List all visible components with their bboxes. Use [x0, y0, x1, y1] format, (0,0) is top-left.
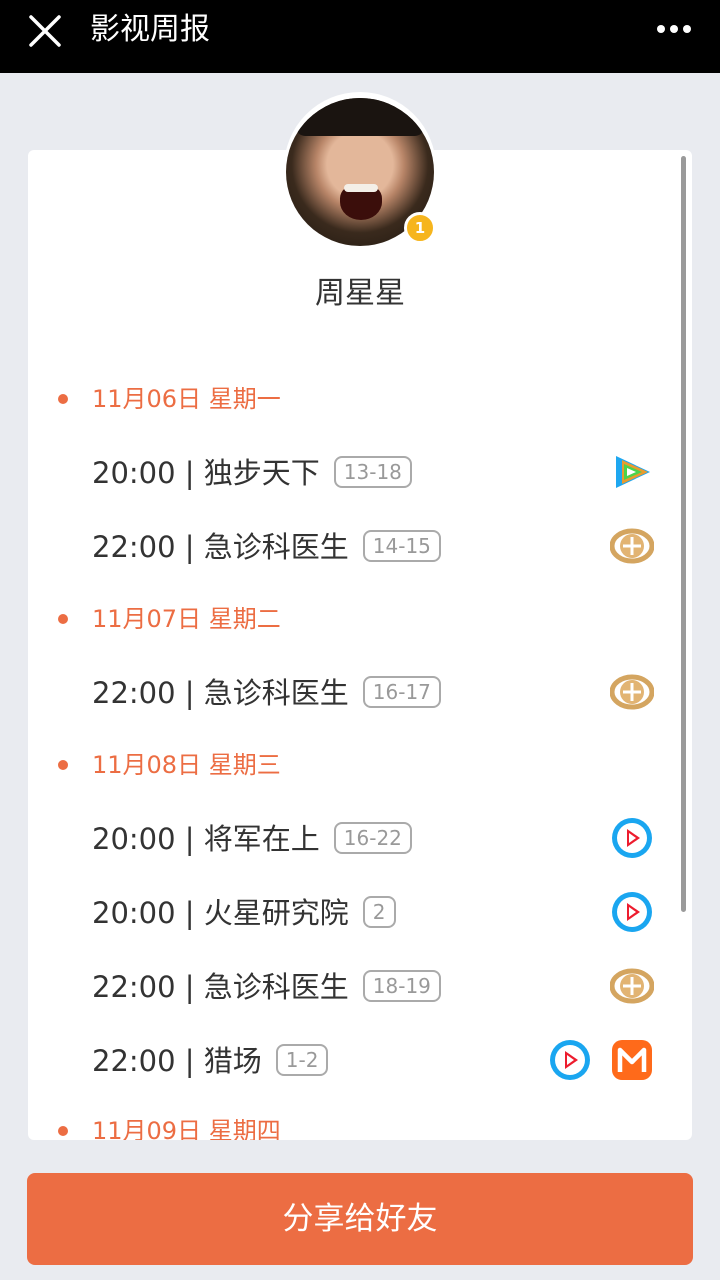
day-dot	[58, 760, 68, 770]
show-title: 20:00 | 火星研究院	[92, 896, 349, 930]
show-title: 20:00 | 独步天下	[92, 456, 320, 490]
quanwang-icon[interactable]	[610, 670, 654, 714]
list-item[interactable]: 20:00 | 火星研究院 2	[92, 888, 672, 938]
share-button[interactable]: 分享给好友	[27, 1173, 693, 1265]
list-item[interactable]: 20:00 | 将军在上 16-22	[92, 814, 672, 864]
avatar[interactable]: 1	[284, 92, 436, 246]
list-item[interactable]: 22:00 | 猎场 1-2	[92, 1036, 672, 1086]
quanwang-icon[interactable]	[610, 964, 654, 1008]
show-title: 22:00 | 急诊科医生	[92, 530, 349, 564]
episode-badge: 18-19	[362, 970, 441, 1002]
close-icon[interactable]	[28, 14, 62, 48]
episode-badge: 13-18	[333, 456, 412, 488]
episode-badge: 2	[362, 896, 396, 928]
show-title: 20:00 | 将军在上	[92, 822, 320, 856]
day-label: 11月06日 星期一	[92, 385, 281, 413]
top-bar: 影视周报	[0, 0, 720, 73]
episode-badge: 14-15	[362, 530, 441, 562]
day-label: 11月09日 星期四	[92, 1117, 281, 1140]
level-badge: 1	[404, 212, 436, 244]
youku-icon[interactable]	[610, 816, 654, 860]
youku-icon[interactable]	[610, 890, 654, 934]
show-title: 22:00 | 急诊科医生	[92, 970, 349, 1004]
list-item[interactable]: 22:00 | 急诊科医生 14-15	[92, 522, 672, 572]
episode-badge: 16-17	[362, 676, 441, 708]
more-icon[interactable]	[656, 23, 692, 35]
episode-badge: 1-2	[275, 1044, 329, 1076]
episode-badge: 16-22	[333, 822, 412, 854]
list-item[interactable]: 22:00 | 急诊科医生 18-19	[92, 962, 672, 1012]
day-dot	[58, 394, 68, 404]
user-name: 周星星	[315, 276, 405, 311]
youku-icon[interactable]	[548, 1038, 592, 1082]
scrollbar[interactable]	[681, 156, 686, 912]
clipped-region: 11月09日 星期四	[28, 1100, 692, 1140]
page-title: 影视周报	[90, 12, 210, 47]
day-dot	[58, 1126, 68, 1136]
day-label: 11月08日 星期三	[92, 751, 281, 779]
mgtv-icon[interactable]	[610, 1038, 654, 1082]
show-title: 22:00 | 急诊科医生	[92, 676, 349, 710]
show-title: 22:00 | 猎场	[92, 1044, 262, 1078]
list-item[interactable]: 20:00 | 独步天下 13-18	[92, 448, 672, 498]
day-dot	[58, 614, 68, 624]
day-label: 11月07日 星期二	[92, 605, 281, 633]
list-item[interactable]: 22:00 | 急诊科医生 16-17	[92, 668, 672, 718]
tencent-video-icon[interactable]	[610, 450, 654, 494]
quanwang-icon[interactable]	[610, 524, 654, 568]
